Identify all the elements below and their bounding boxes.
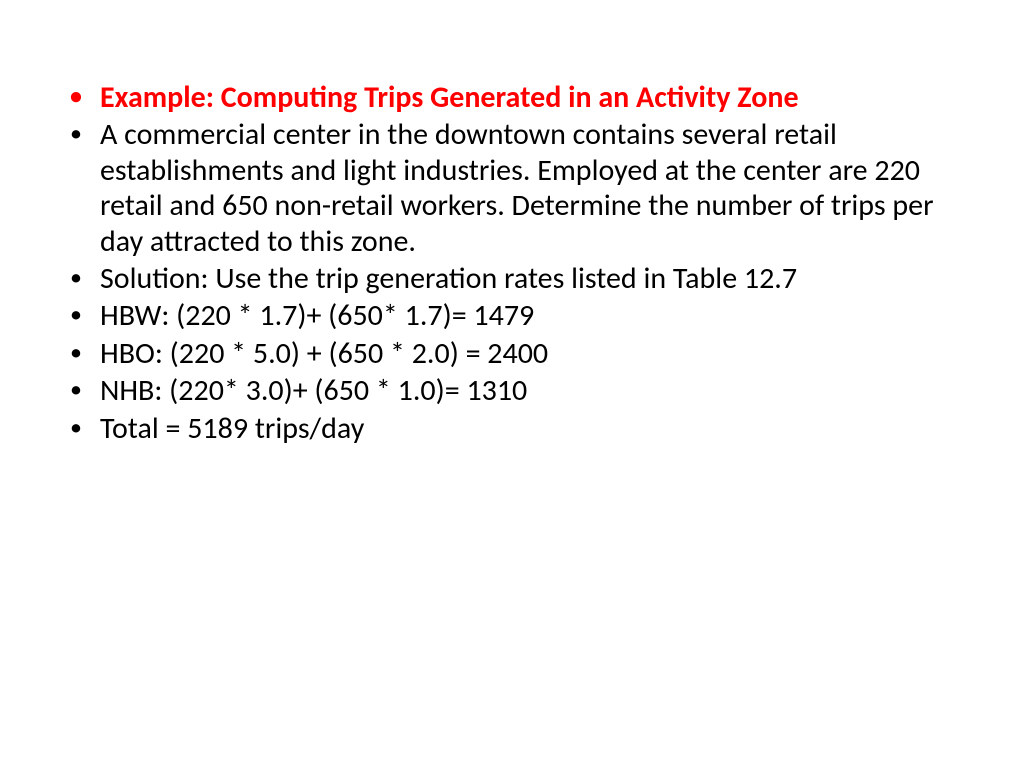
bullet-list: Example: Computing Trips Generated in an… <box>60 80 964 446</box>
bullet-item: A commercial center in the downtown cont… <box>60 117 964 259</box>
bullet-item: Solution: Use the trip generation rates … <box>60 261 964 296</box>
bullet-item: HBW: (220 * 1.7)+ (650* 1.7)= 1479 <box>60 298 964 333</box>
bullet-item: Total = 5189 trips/day <box>60 411 964 446</box>
bullet-title: Example: Computing Trips Generated in an… <box>60 80 964 115</box>
slide: Example: Computing Trips Generated in an… <box>0 0 1024 768</box>
bullet-item: NHB: (220* 3.0)+ (650 * 1.0)= 1310 <box>60 373 964 408</box>
bullet-item: HBO: (220 * 5.0) + (650 * 2.0) = 2400 <box>60 336 964 371</box>
